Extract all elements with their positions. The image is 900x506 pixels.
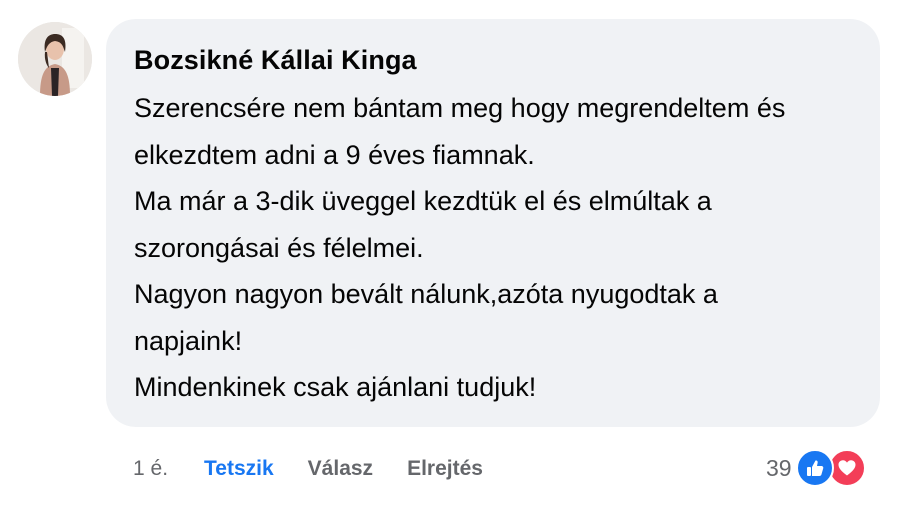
comment-text-line: Nagyon nagyon bevált nálunk,azóta nyugod…	[134, 279, 718, 309]
reaction-count: 39	[766, 454, 792, 481]
comment-text-line: Szerencsére nem bántam meg hogy megrende…	[134, 93, 786, 123]
comment-text: Szerencsére nem bántam meg hogy megrende…	[134, 85, 856, 411]
comment-bubble: Bozsikné Kállai Kinga Szerencsére nem bá…	[106, 19, 880, 427]
comment-text-line: Mindenkinek csak ajánlani tudjuk!	[134, 372, 537, 402]
comment-timestamp[interactable]: 1 é.	[133, 457, 168, 481]
thumbs-up-icon	[795, 449, 834, 487]
comment-text-line: szorongásai és félelmei.	[134, 232, 424, 263]
hide-button[interactable]: Elrejtés	[407, 457, 483, 481]
reactions-summary[interactable]: 39	[766, 448, 866, 488]
comment-text-line: Ma már a 3-dik üveggel kezdtük el és elm…	[134, 186, 712, 216]
comment-author[interactable]: Bozsikné Kállai Kinga	[134, 43, 856, 77]
comment-text-line: elkezdtem adni a 9 éves fiamnak.	[134, 139, 535, 170]
comment-actions: 1 é. Tetszik Válasz Elrejtés	[133, 452, 483, 486]
avatar-photo	[18, 22, 92, 96]
comment: Bozsikné Kállai Kinga Szerencsére nem bá…	[0, 0, 900, 506]
reply-button[interactable]: Válasz	[308, 457, 373, 481]
comment-text-line: napjaink!	[134, 325, 243, 356]
like-button[interactable]: Tetszik	[204, 457, 274, 481]
avatar[interactable]	[18, 22, 92, 96]
